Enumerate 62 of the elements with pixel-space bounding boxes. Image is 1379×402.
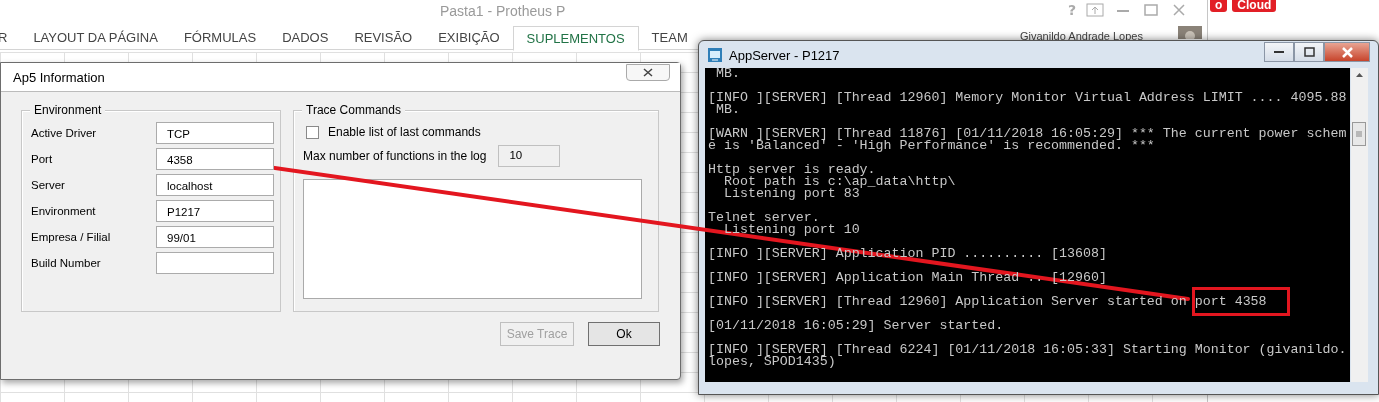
input-field[interactable] [156, 252, 274, 274]
console-line: Http server is ready. [708, 164, 876, 176]
input-field[interactable]: 99/01 [156, 226, 274, 248]
close-button[interactable] [626, 63, 670, 81]
group-title: Trace Commands [302, 103, 405, 117]
close-icon [1341, 46, 1353, 58]
console-line: Listening port 10 [722, 224, 861, 236]
avatar-icon[interactable] [1178, 26, 1202, 39]
input-field[interactable]: 10 [498, 145, 561, 167]
ribbon-tab[interactable]: REVISÃO [341, 26, 426, 49]
console-line: [INFO ][SERVER] [Thread 12960] Memory Monitor Virtual Address LIMIT .... 4095.88 [708, 92, 1348, 104]
highlighted-text: port 4358 [1191, 287, 1290, 316]
field-label: Empresa / Filial [31, 231, 111, 243]
log-list[interactable] [303, 179, 642, 299]
ribbon-tab[interactable]: DADOS [269, 26, 342, 49]
ribbon-tab[interactable]: SUPLEMENTOS [512, 26, 639, 51]
input-field[interactable]: TCP [156, 122, 274, 144]
maximize-icon [1303, 47, 1315, 57]
console-line: lopes, SPOD1435) [708, 356, 837, 368]
console-line: [INFO ][SERVER] Application Main Thread .. [12960] [708, 272, 1108, 284]
field-label: Port [31, 153, 53, 165]
app-button[interactable]: o [1210, 0, 1228, 12]
console-line: Listening port 83 [722, 188, 860, 200]
checkbox[interactable] [306, 125, 319, 139]
terminal-icon [707, 47, 723, 63]
minimize-icon [1274, 51, 1284, 53]
field-label: Server [31, 179, 65, 191]
checkbox-label[interactable]: Enable list of last commands [328, 125, 481, 139]
close-button[interactable] [1324, 42, 1370, 62]
maximize-button[interactable] [1294, 42, 1324, 62]
app-button[interactable]: Cloud [1232, 0, 1277, 12]
dialog-title: Ap5 Information [13, 69, 105, 85]
console-line: MB. [714, 68, 741, 80]
minimize-button[interactable] [1264, 42, 1294, 62]
console-line: [WARN ][SERVER] [Thread 11876] [01/11/2018 16:05:29] *** The current power schem [708, 128, 1348, 140]
scrollbar[interactable] [1351, 68, 1368, 382]
field-label: Max number of functions in the log [303, 149, 487, 163]
ribbon-tab[interactable]: TEAM [638, 26, 701, 49]
console-line: [01/11/2018 16:05:29] Server started. [708, 320, 1005, 332]
window-title: Pasta1 - Protheus P [440, 3, 566, 19]
group-title: Environment [30, 103, 106, 117]
window-title: AppServer - P1217 [729, 47, 840, 63]
console-line: MB. [715, 104, 740, 116]
console-line: Root path is c:\ap_data\http\ [723, 176, 957, 188]
user-name[interactable]: Givanildo Andrade Lopes [1020, 30, 1143, 42]
console-line: Telnet server. [708, 212, 820, 224]
field-label: Environment [31, 205, 96, 217]
dialog-button[interactable]: Ok [588, 322, 660, 346]
input-field[interactable]: P1217 [156, 200, 274, 222]
field-label: Active Driver [31, 127, 97, 139]
ribbon-tab[interactable]: FÓRMULAS [170, 26, 270, 49]
console-line: e is 'Balanced' - 'High Performance' is recommended. *** [708, 140, 1156, 152]
scroll-thumb[interactable] [1352, 122, 1366, 146]
close-icon [643, 67, 653, 77]
console-line: [INFO ][SERVER] [Thread 6224] [01/11/2018 16:05:33] Starting Monitor (givanildo. [708, 344, 1348, 356]
restore-ribbon-icon[interactable] [1086, 3, 1105, 17]
input-field[interactable]: 4358 [156, 148, 274, 170]
field-label: Build Number [31, 257, 101, 269]
ribbon-tab[interactable]: LAYOUT DA PÁGINA [20, 26, 171, 49]
maximize-icon[interactable] [1142, 3, 1161, 17]
ribbon-tab[interactable]: EXIBIÇÃO [425, 26, 513, 49]
input-field[interactable]: localhost [156, 174, 274, 196]
